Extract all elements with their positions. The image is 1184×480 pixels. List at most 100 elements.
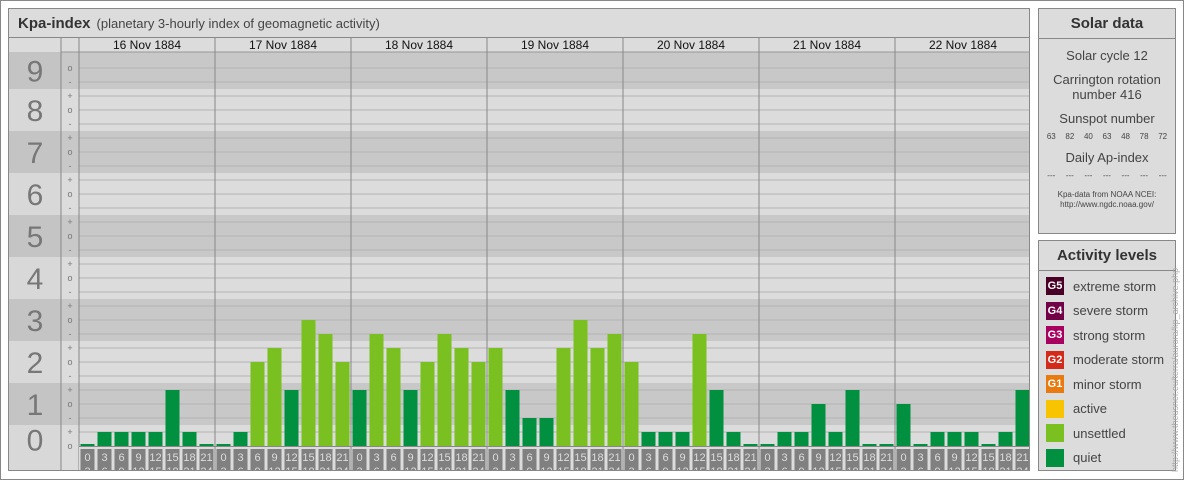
interval-start: 15 (846, 452, 858, 464)
interval-start: 9 (135, 452, 141, 464)
interval-start: 21 (336, 452, 348, 464)
y-subtick-label: - (69, 119, 72, 129)
interval-end: 18 (846, 466, 858, 470)
interval-end: 6 (645, 466, 651, 470)
interval-end: 24 (744, 466, 756, 470)
kp-bar (216, 444, 231, 446)
interval-end: 12 (540, 466, 552, 470)
y-subtick-label: - (69, 161, 72, 171)
kp-bar (556, 348, 571, 446)
interval-end: 12 (948, 466, 960, 470)
interval-start: 21 (608, 452, 620, 464)
interval-end: 24 (880, 466, 892, 470)
kp-bar (420, 362, 435, 446)
kp-bar (165, 390, 180, 446)
y-subtick-label: o (67, 231, 72, 241)
interval-end: 6 (509, 466, 515, 470)
level-label: severe storm (1073, 303, 1149, 319)
interval-start: 15 (302, 452, 314, 464)
solar-title: Solar data (1039, 9, 1175, 39)
interval-start: 9 (543, 452, 549, 464)
y-subtick-label: + (67, 385, 72, 395)
level-label: extreme storm (1073, 278, 1157, 294)
interval-start: 0 (356, 452, 362, 464)
interval-end: 24 (472, 466, 484, 470)
level-swatch (1046, 399, 1064, 418)
kp-bar (964, 432, 979, 446)
kp-bar (301, 320, 316, 446)
kp-bar (794, 432, 809, 446)
kp-bar (131, 432, 146, 446)
interval-start: 18 (863, 452, 875, 464)
y-subtick-label: o (67, 63, 72, 73)
day-label: 17 Nov 1884 (249, 38, 317, 52)
source-url[interactable]: http://www.theusner.eu/terra/aurora/kp_a… (1170, 232, 1180, 472)
interval-start: 6 (934, 452, 940, 464)
interval-end: 24 (200, 466, 212, 470)
y-subtick-label: + (67, 343, 72, 353)
y-subtick-label: - (69, 287, 72, 297)
interval-end: 15 (965, 466, 977, 470)
y-tick-label: 2 (27, 347, 44, 380)
interval-start: 12 (557, 452, 569, 464)
y-tick-label: 9 (27, 56, 44, 89)
kp-bar (488, 348, 503, 446)
y-subtick-label: + (67, 427, 72, 437)
interval-start: 9 (951, 452, 957, 464)
interval-end: 9 (934, 466, 940, 470)
interval-end: 15 (149, 466, 161, 470)
interval-end: 18 (166, 466, 178, 470)
level-item: unsettled (1046, 421, 1175, 446)
y-tick-label: 5 (27, 221, 44, 254)
interval-start: 9 (815, 452, 821, 464)
interval-end: 12 (268, 466, 280, 470)
kp-bar (896, 404, 911, 446)
carrington: Carrington rotation number 416 (1053, 72, 1161, 102)
sunspot-value: 63 (1102, 132, 1112, 141)
y-subtick-label: + (67, 133, 72, 143)
interval-end: 6 (237, 466, 243, 470)
interval-start: 15 (982, 452, 994, 464)
y-subtick-label: - (69, 371, 72, 381)
interval-end: 15 (557, 466, 569, 470)
kp-bar (505, 390, 520, 446)
kp-bar (981, 444, 996, 446)
title: Kpa-index (18, 15, 91, 32)
level-label: moderate storm (1073, 352, 1165, 368)
source-note: Kpa-data from NOAA NCEI: (1057, 190, 1157, 199)
interval-start: 0 (628, 452, 634, 464)
day-label: 20 Nov 1884 (657, 38, 725, 52)
interval-start: 3 (645, 452, 651, 464)
interval-end: 18 (302, 466, 314, 470)
interval-start: 12 (149, 452, 161, 464)
y-subtick-label: o (67, 189, 72, 199)
sunspot-value: 40 (1083, 132, 1093, 141)
kp-bar (80, 444, 95, 446)
interval-start: 15 (438, 452, 450, 464)
interval-end: 3 (84, 466, 90, 470)
source-link[interactable]: http://www.ngdc.noaa.gov/ (1039, 200, 1175, 210)
chart-title: Kpa-index (planetary 3-hourly index of ge… (9, 9, 1029, 38)
interval-end: 21 (727, 466, 739, 470)
interval-start: 6 (254, 452, 260, 464)
y-tick-label: 1 (27, 389, 44, 422)
level-label: minor storm (1073, 376, 1142, 392)
subtitle: (planetary 3-hourly index of geomagnetic… (96, 16, 380, 31)
ap-value: --- (1047, 171, 1056, 180)
interval-start: 3 (101, 452, 107, 464)
day-label: 22 Nov 1884 (929, 38, 997, 52)
interval-start: 18 (455, 452, 467, 464)
y-subtick-label: + (67, 175, 72, 185)
kp-bar (437, 334, 452, 446)
interval-end: 3 (900, 466, 906, 470)
kp-bar (845, 390, 860, 446)
interval-start: 18 (999, 452, 1011, 464)
levels-title: Activity levels (1039, 241, 1175, 271)
kp-bar (879, 444, 894, 446)
interval-start: 6 (526, 452, 532, 464)
interval-start: 3 (509, 452, 515, 464)
interval-start: 12 (285, 452, 297, 464)
kp-bar (1015, 390, 1029, 446)
interval-start: 15 (166, 452, 178, 464)
interval-start: 15 (710, 452, 722, 464)
